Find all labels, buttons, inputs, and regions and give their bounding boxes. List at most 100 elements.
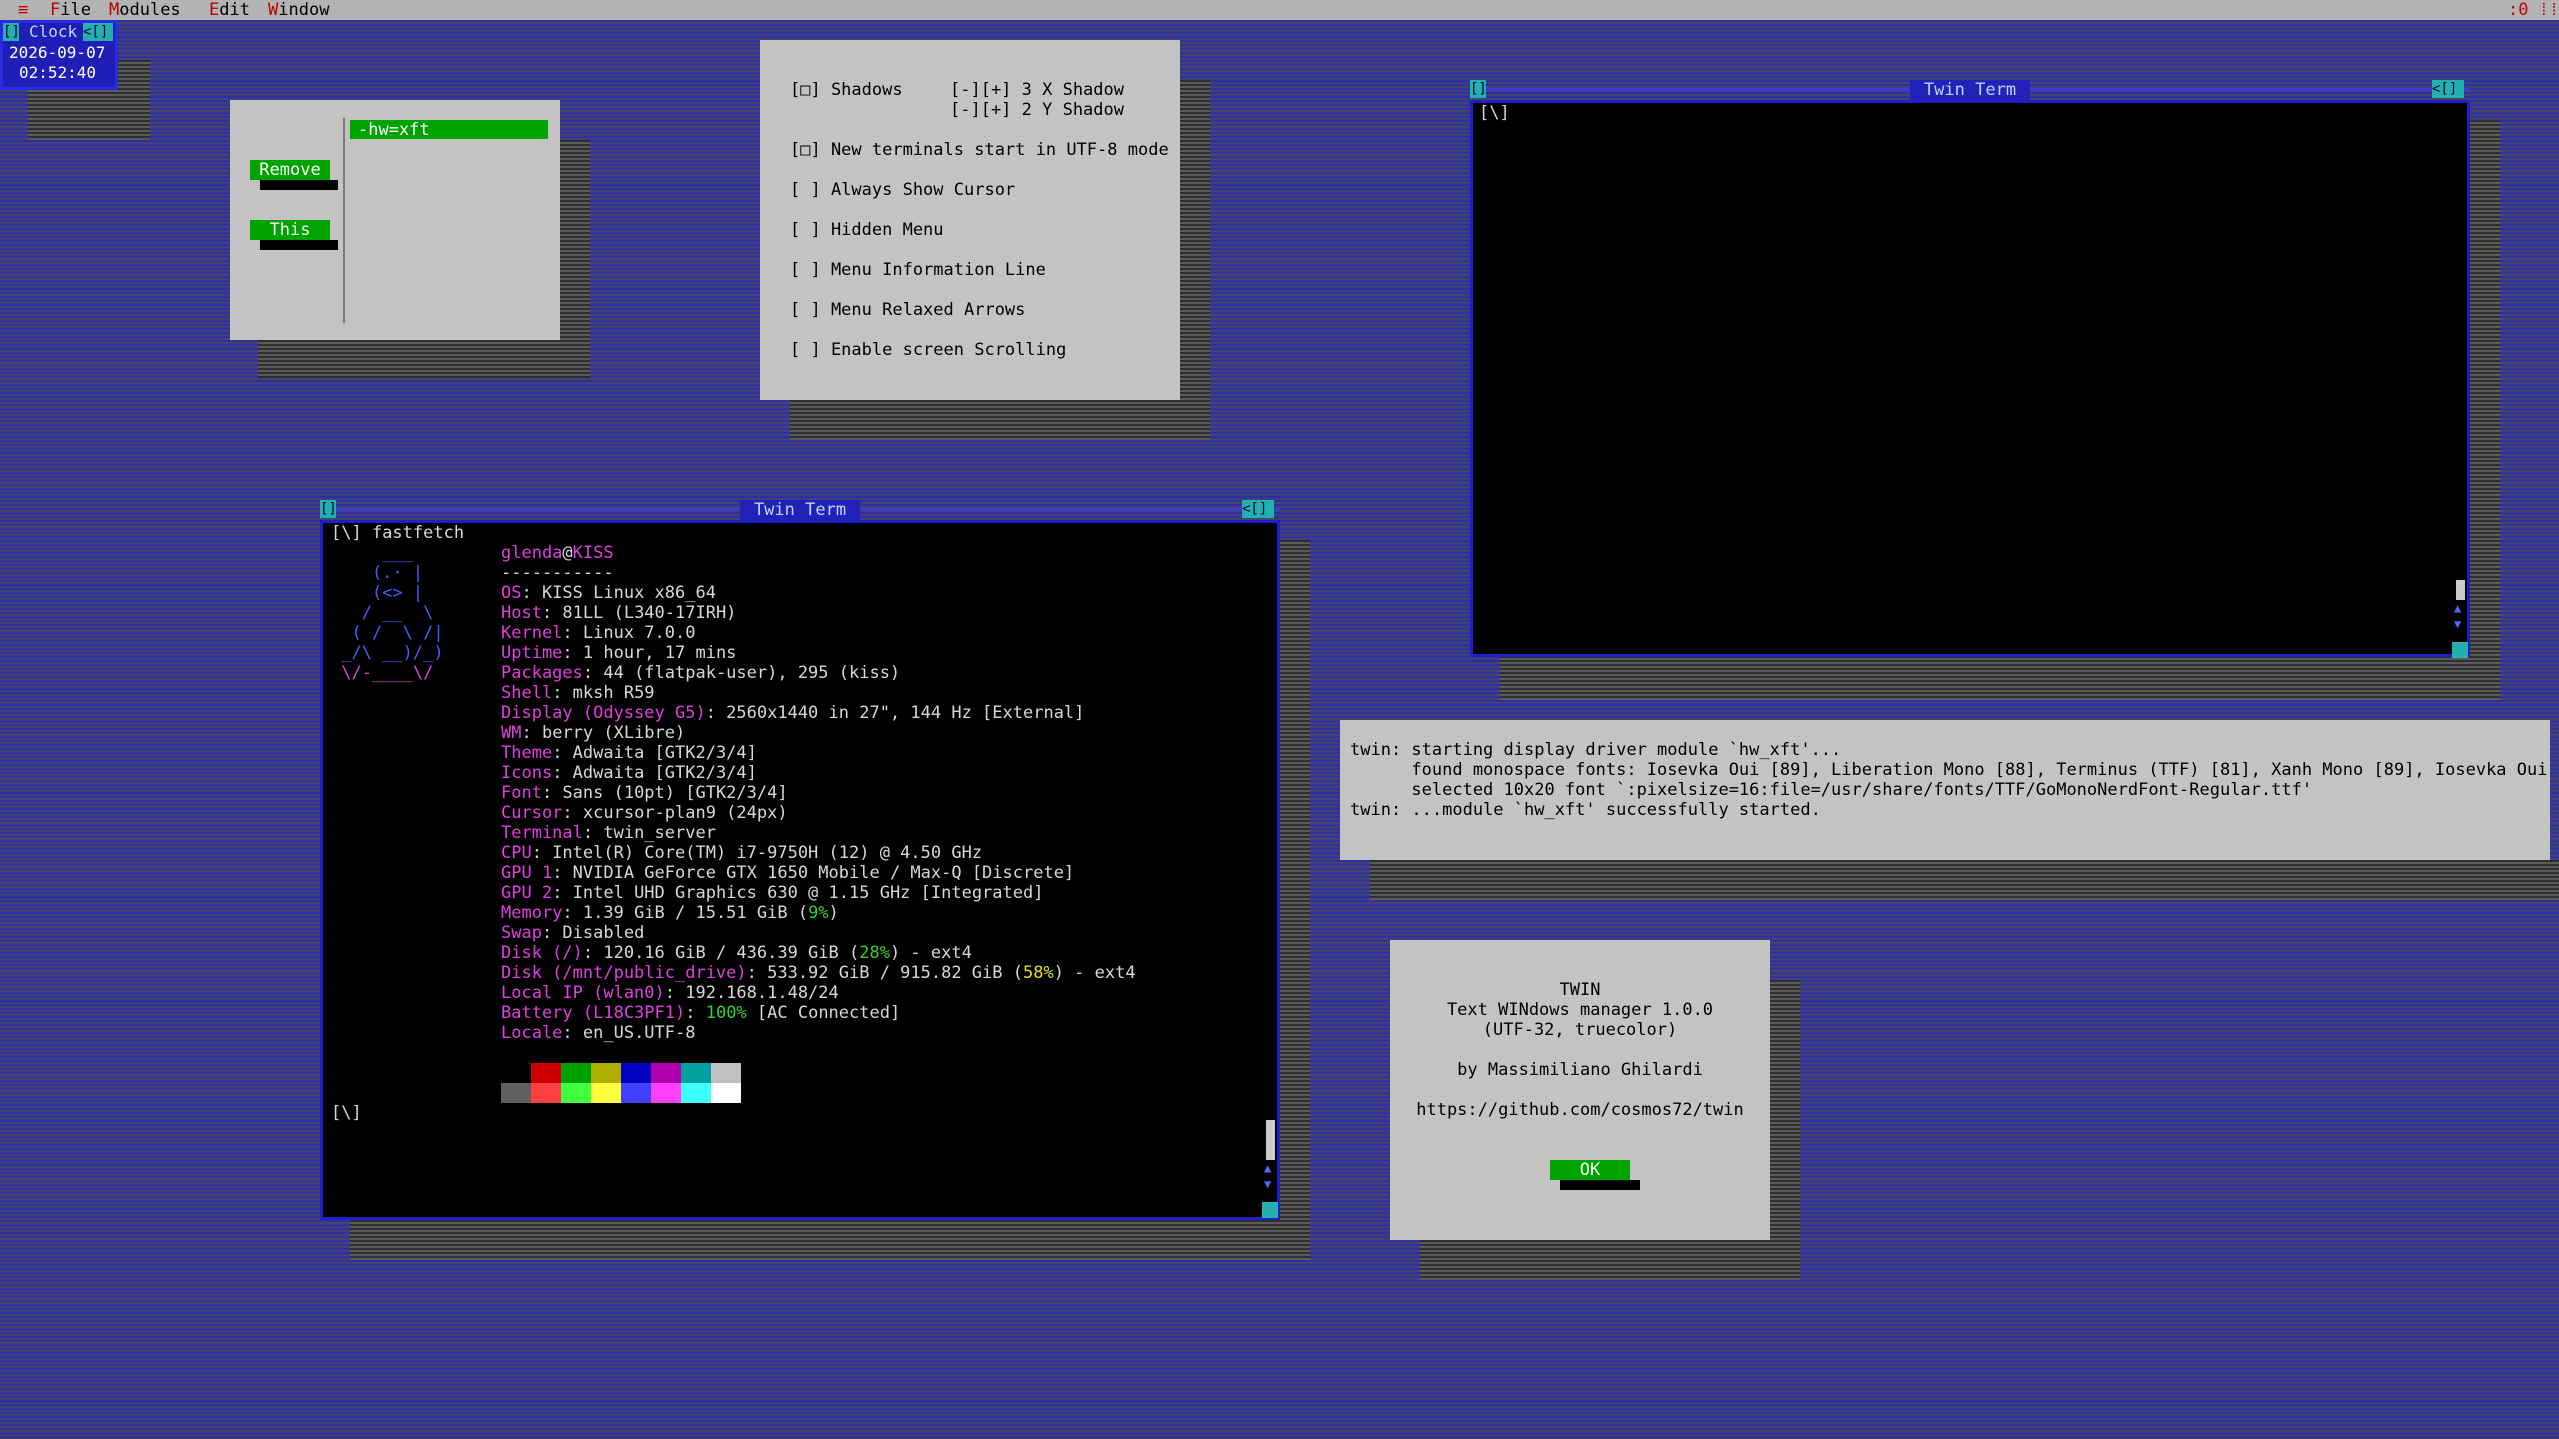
relaxed-arrows-checkbox[interactable]: [ ] Menu Relaxed Arrows — [790, 300, 1025, 320]
show-cursor-checkbox[interactable]: [ ] Always Show Cursor — [790, 180, 1015, 200]
color-swatch — [711, 1083, 741, 1103]
color-swatch — [711, 1063, 741, 1083]
hidden-menu-checkbox[interactable]: [ ] Hidden Menu — [790, 220, 944, 240]
color-swatch — [591, 1063, 621, 1083]
right-term-scroll-thumb[interactable] — [2456, 580, 2465, 600]
remove-button-shadow — [260, 180, 338, 190]
info-line-checkbox[interactable]: [ ] Menu Information Line — [790, 260, 1046, 280]
info-row: Shell: mksh R59 — [501, 683, 655, 703]
about-dialog: TWIN Text WINdows manager 1.0.0 (UTF-32,… — [1390, 940, 1770, 1240]
clock-close-button[interactable]: [] — [3, 23, 20, 41]
info-row: Packages: 44 (flatpak-user), 295 (kiss) — [501, 663, 901, 683]
main-term-close-button[interactable]: [] — [320, 500, 337, 518]
menu-window[interactable]: Window — [268, 0, 329, 20]
info-row: Locale: en_US.UTF-8 — [501, 1023, 696, 1043]
right-term-title: Twin Term — [1910, 80, 2030, 100]
main-term-title: Twin Term — [740, 500, 860, 520]
info-row: Font: Sans (10pt) [GTK2/3/4] — [501, 783, 788, 803]
color-swatch — [531, 1083, 561, 1103]
clock-window[interactable]: [] Clock <[] 2026-09-07 02:52:40 — [0, 20, 118, 90]
menu-edit[interactable]: Edit — [209, 0, 250, 20]
info-row: Cursor: xcursor-plan9 (24px) — [501, 803, 788, 823]
right-term-resize-button[interactable]: <[] — [2432, 80, 2464, 98]
info-row: Memory: 1.39 GiB / 15.51 GiB (9%) — [501, 903, 839, 923]
options-dialog: [□] Shadows [-][+] 3 X Shadow [-][+] 2 Y… — [760, 40, 1180, 400]
color-swatch — [501, 1083, 531, 1103]
about-author: by Massimiliano Ghilardi — [1457, 1060, 1703, 1080]
color-swatch — [681, 1083, 711, 1103]
right-term-scroll-arrows-icon[interactable]: ▲ ▼ — [2454, 600, 2461, 632]
info-row: Host: 81LL (L340-17IRH) — [501, 603, 737, 623]
main-term-window: [] Twin Term <[] [\] fastfetch ___ (.· |… — [320, 500, 1280, 1220]
info-row: GPU 2: Intel UHD Graphics 630 @ 1.15 GHz… — [501, 883, 1044, 903]
info-row: Battery (L18C3PF1): 100% [AC Connected] — [501, 1003, 901, 1023]
about-name: TWIN — [1559, 980, 1601, 1000]
modules-dialog: -hw=xft Remove This — [230, 100, 560, 340]
scrolling-checkbox[interactable]: [ ] Enable screen Scrolling — [790, 340, 1066, 360]
utf8-checkbox[interactable]: [□] New terminals start in UTF-8 mode — [790, 140, 1169, 160]
remove-button[interactable]: Remove — [250, 160, 330, 180]
info-row: Display (Odyssey G5): 2560x1440 in 27", … — [501, 703, 1085, 723]
color-swatch — [651, 1083, 681, 1103]
clock-time: 02:52:40 — [19, 63, 97, 82]
info-row: Uptime: 1 hour, 17 mins — [501, 643, 737, 663]
color-swatch — [561, 1083, 591, 1103]
color-swatch — [621, 1083, 651, 1103]
main-term-corner-handle[interactable] — [1262, 1202, 1278, 1218]
info-row: Local IP (wlan0): 192.168.1.48/24 — [501, 983, 839, 1003]
color-swatch — [651, 1063, 681, 1083]
info-row: Kernel: Linux 7.0.0 — [501, 623, 696, 643]
separator: ----------- — [501, 563, 614, 583]
log-line: twin: starting display driver module `hw… — [1350, 740, 1842, 760]
info-row: GPU 1: NVIDIA GeForce GTX 1650 Mobile / … — [501, 863, 1075, 883]
list-divider — [343, 118, 345, 323]
this-button[interactable]: This — [250, 220, 330, 240]
about-url[interactable]: https://github.com/cosmos72/twin — [1390, 1100, 1770, 1120]
right-term-screen[interactable]: [\] — [1470, 100, 2470, 657]
info-row: WM: berry (XLibre) — [501, 723, 686, 743]
menu-modules[interactable]: Modules — [109, 0, 181, 20]
about-description: Text WINdows manager 1.0.0 — [1446, 1000, 1714, 1020]
right-term-prompt: [\] — [1479, 103, 1510, 123]
right-term-close-button[interactable]: [] — [1470, 80, 1487, 98]
ok-button[interactable]: OK — [1550, 1160, 1630, 1180]
info-row: OS: KISS Linux x86_64 — [501, 583, 716, 603]
log-panel: twin: starting display driver module `hw… — [1340, 720, 2559, 860]
x-shadow-stepper[interactable]: [-][+] 3 X Shadow — [950, 80, 1124, 100]
color-swatch — [591, 1083, 621, 1103]
info-row: Disk (/mnt/public_drive): 533.92 GiB / 9… — [501, 963, 1136, 983]
username: glenda — [501, 543, 563, 563]
info-row: Swap: Disabled — [501, 923, 645, 943]
color-swatch — [621, 1063, 651, 1083]
menu-bar: ≡ File Modules Edit Window :0 ⁞⁞ — [0, 0, 2559, 20]
module-list-item[interactable]: -hw=xft — [350, 120, 548, 140]
right-term-corner-handle[interactable] — [2452, 642, 2468, 658]
log-line: selected 10x20 font `:pixelsize=16:file=… — [1350, 780, 2313, 800]
clock-resize-button[interactable]: <[] — [83, 23, 113, 41]
main-term-scroll-thumb[interactable] — [1266, 1120, 1275, 1160]
main-term-screen[interactable]: [\] fastfetch ___ (.· | (<> | / __ \ ( /… — [320, 520, 1280, 1220]
color-swatch — [561, 1063, 591, 1083]
about-encoding: (UTF-32, truecolor) — [1482, 1020, 1678, 1040]
clock-date: 2026-09-07 — [9, 43, 106, 62]
main-term-scroll-arrows-icon[interactable]: ▲ ▼ — [1264, 1160, 1271, 1192]
ascii-logo: ___ (.· | (<> | / __ \ ( / \ /| _/\ __)/… — [331, 543, 444, 683]
color-swatch — [531, 1063, 561, 1083]
color-palette-bottom — [501, 1083, 1136, 1103]
menu-file[interactable]: File — [50, 0, 91, 20]
hostname: KISS — [572, 543, 614, 563]
color-swatch — [501, 1063, 531, 1083]
screen-indicator: :0 ⁞⁞ — [2508, 0, 2559, 20]
this-button-shadow — [260, 240, 338, 250]
prompt-command: [\] fastfetch — [331, 523, 465, 543]
log-line: found monospace fonts: Iosevka Oui [89],… — [1350, 760, 2559, 780]
system-menu-icon[interactable]: ≡ — [18, 0, 28, 20]
ok-button-shadow — [1560, 1180, 1640, 1190]
right-term-window: [] Twin Term <[] [\] ▲ ▼ — [1470, 80, 2470, 660]
info-row: CPU: Intel(R) Core(TM) i7-9750H (12) @ 4… — [501, 843, 983, 863]
y-shadow-stepper[interactable]: [-][+] 2 Y Shadow — [950, 100, 1124, 120]
main-term-resize-button[interactable]: <[] — [1242, 500, 1274, 518]
info-row: Theme: Adwaita [GTK2/3/4] — [501, 743, 757, 763]
shadows-checkbox[interactable]: [□] Shadows — [790, 80, 903, 100]
color-palette-top — [501, 1063, 1136, 1083]
